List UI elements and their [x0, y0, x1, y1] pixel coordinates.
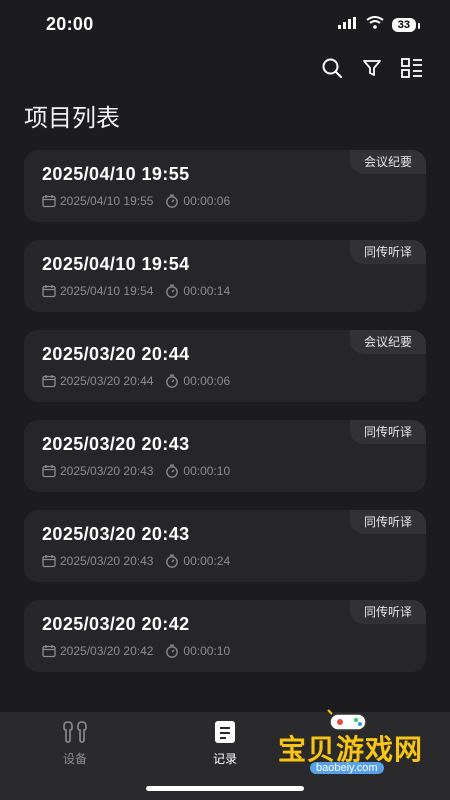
list-item[interactable]: 同传听译 2025/03/20 20:43 2025/03/20 20:43 0… — [24, 510, 426, 582]
item-date: 2025/03/20 20:43 — [42, 464, 153, 478]
tab-records-label: 记录 — [212, 752, 237, 766]
item-tag: 会议纪要 — [349, 330, 426, 354]
calendar-icon — [42, 464, 56, 478]
list-item[interactable]: 同传听译 2025/03/20 20:42 2025/03/20 20:42 0… — [24, 600, 426, 672]
calendar-icon — [42, 194, 56, 208]
watermark: 宝贝游戏网 baobeiy.com — [268, 709, 428, 784]
status-indicators: 33 — [337, 16, 421, 34]
item-duration: 00:00:10 — [165, 644, 230, 658]
item-date: 2025/04/10 19:54 — [42, 284, 153, 298]
item-date-text: 2025/03/20 20:42 — [60, 644, 154, 658]
item-date-text: 2025/03/20 20:43 — [60, 554, 154, 568]
item-date-text: 2025/03/20 20:44 — [60, 374, 154, 388]
tab-records[interactable]: 记录 — [185, 718, 265, 767]
timer-icon — [165, 284, 179, 298]
page-title: 项目列表 — [24, 105, 120, 132]
calendar-icon — [42, 284, 56, 298]
item-duration: 00:00:24 — [165, 554, 230, 568]
list-item[interactable]: 会议纪要 2025/03/20 20:44 2025/03/20 20:44 0… — [24, 330, 426, 402]
home-indicator — [146, 786, 304, 791]
item-title: 2025/03/20 20:43 — [42, 434, 190, 454]
item-duration-text: 00:00:10 — [183, 464, 231, 478]
item-duration-text: 00:00:10 — [183, 644, 231, 658]
item-duration-text: 00:00:06 — [183, 194, 231, 208]
timer-icon — [165, 374, 179, 388]
item-tag: 同传听译 — [349, 420, 426, 444]
item-duration: 00:00:10 — [165, 464, 230, 478]
calendar-icon — [42, 554, 56, 568]
item-date-text: 2025/04/10 19:55 — [60, 194, 154, 208]
list-item[interactable]: 同传听译 2025/03/20 20:43 2025/03/20 20:43 0… — [24, 420, 426, 492]
item-date: 2025/03/20 20:43 — [42, 554, 153, 568]
item-meta: 2025/03/20 20:44 00:00:06 — [42, 374, 242, 388]
status-bar: 20:00 33 — [0, 0, 450, 48]
list-view-icon — [401, 57, 423, 83]
item-meta: 2025/03/20 20:43 00:00:24 — [42, 554, 242, 568]
item-meta: 2025/03/20 20:42 00:00:10 — [42, 644, 242, 658]
item-meta: 2025/04/10 19:55 00:00:06 — [42, 194, 242, 208]
item-tag: 同传听译 — [349, 240, 426, 264]
timer-icon — [165, 464, 179, 478]
item-date-text: 2025/04/10 19:54 — [60, 284, 154, 298]
watermark-url: baobeiy.com — [310, 762, 384, 774]
earbuds-icon — [35, 720, 115, 744]
project-list: 会议纪要 2025/04/10 19:55 2025/04/10 19:55 0… — [24, 150, 426, 690]
wifi-icon — [366, 16, 384, 34]
timer-icon — [165, 554, 179, 568]
calendar-icon — [42, 374, 56, 388]
tab-device-label: 设备 — [62, 752, 87, 766]
calendar-icon — [42, 644, 56, 658]
item-meta: 2025/03/20 20:43 00:00:10 — [42, 464, 242, 478]
item-title: 2025/03/20 20:43 — [42, 524, 190, 544]
tab-device[interactable]: 设备 — [35, 718, 115, 767]
item-date: 2025/04/10 19:55 — [42, 194, 153, 208]
item-duration: 00:00:06 — [165, 374, 230, 388]
timer-icon — [165, 194, 179, 208]
top-toolbar — [320, 57, 424, 83]
item-duration: 00:00:14 — [165, 284, 230, 298]
search-button[interactable] — [320, 58, 344, 82]
filter-icon — [362, 58, 382, 83]
signal-icon — [337, 16, 358, 34]
filter-button[interactable] — [360, 58, 384, 82]
item-title: 2025/04/10 19:54 — [42, 254, 190, 274]
item-title: 2025/04/10 19:55 — [42, 164, 190, 184]
list-item[interactable]: 同传听译 2025/04/10 19:54 2025/04/10 19:54 0… — [24, 240, 426, 312]
status-time: 20:00 — [46, 14, 94, 34]
item-date: 2025/03/20 20:44 — [42, 374, 153, 388]
item-tag: 同传听译 — [349, 510, 426, 534]
item-duration-text: 00:00:06 — [183, 374, 231, 388]
item-tag: 会议纪要 — [349, 150, 426, 174]
timer-icon — [165, 644, 179, 658]
item-title: 2025/03/20 20:44 — [42, 344, 190, 364]
item-meta: 2025/04/10 19:54 00:00:14 — [42, 284, 242, 298]
document-icon — [185, 720, 265, 744]
item-date-text: 2025/03/20 20:43 — [60, 464, 154, 478]
item-duration-text: 00:00:24 — [183, 554, 231, 568]
item-duration-text: 00:00:14 — [183, 284, 231, 298]
item-duration: 00:00:06 — [165, 194, 230, 208]
item-title: 2025/03/20 20:42 — [42, 614, 190, 634]
item-tag: 同传听译 — [349, 600, 426, 624]
list-item[interactable]: 会议纪要 2025/04/10 19:55 2025/04/10 19:55 0… — [24, 150, 426, 222]
battery-indicator: 33 — [391, 18, 421, 32]
search-icon — [321, 57, 343, 84]
item-date: 2025/03/20 20:42 — [42, 644, 153, 658]
list-view-button[interactable] — [400, 57, 424, 83]
